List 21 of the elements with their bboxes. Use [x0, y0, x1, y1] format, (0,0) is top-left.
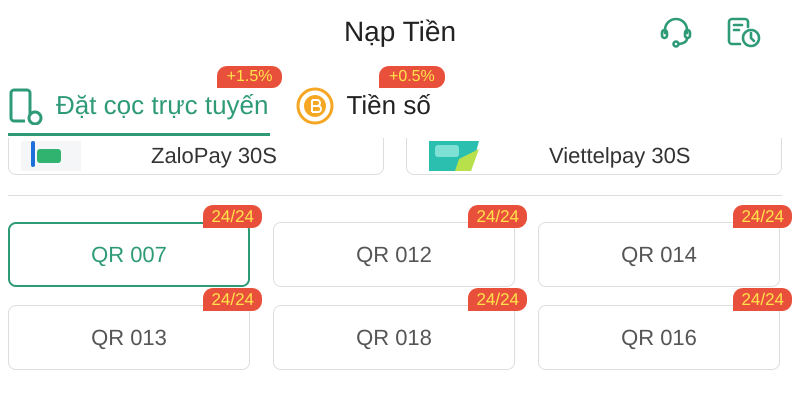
qr-option[interactable]: QR 014 [538, 222, 780, 287]
bitcoin-icon [296, 86, 334, 124]
qr-option[interactable]: QR 012 [273, 222, 515, 287]
availability-badge: 24/24 [468, 288, 527, 311]
qr-option[interactable]: QR 016 [538, 305, 780, 370]
qr-option[interactable]: QR 018 [273, 305, 515, 370]
availability-badge: 24/24 [468, 205, 527, 228]
bonus-badge: +1.5% [216, 66, 282, 88]
payment-method[interactable]: Viettelpay 30S [406, 138, 782, 175]
availability-badge: 24/24 [203, 288, 262, 311]
method-name: ZaloPay 30S [151, 143, 277, 169]
phone-icon [8, 86, 44, 124]
availability-badge: 24/24 [733, 288, 792, 311]
payment-method[interactable]: ZaloPay 30S [8, 138, 384, 175]
method-name: Viettelpay 30S [549, 143, 690, 169]
availability-badge: 24/24 [203, 205, 262, 228]
bonus-badge: +0.5% [378, 66, 445, 88]
page-title: Nạp Tiền [344, 16, 456, 48]
availability-badge: 24/24 [733, 205, 792, 228]
wallet-logo-icon [21, 141, 81, 171]
qr-option[interactable]: QR 013 [8, 305, 250, 370]
